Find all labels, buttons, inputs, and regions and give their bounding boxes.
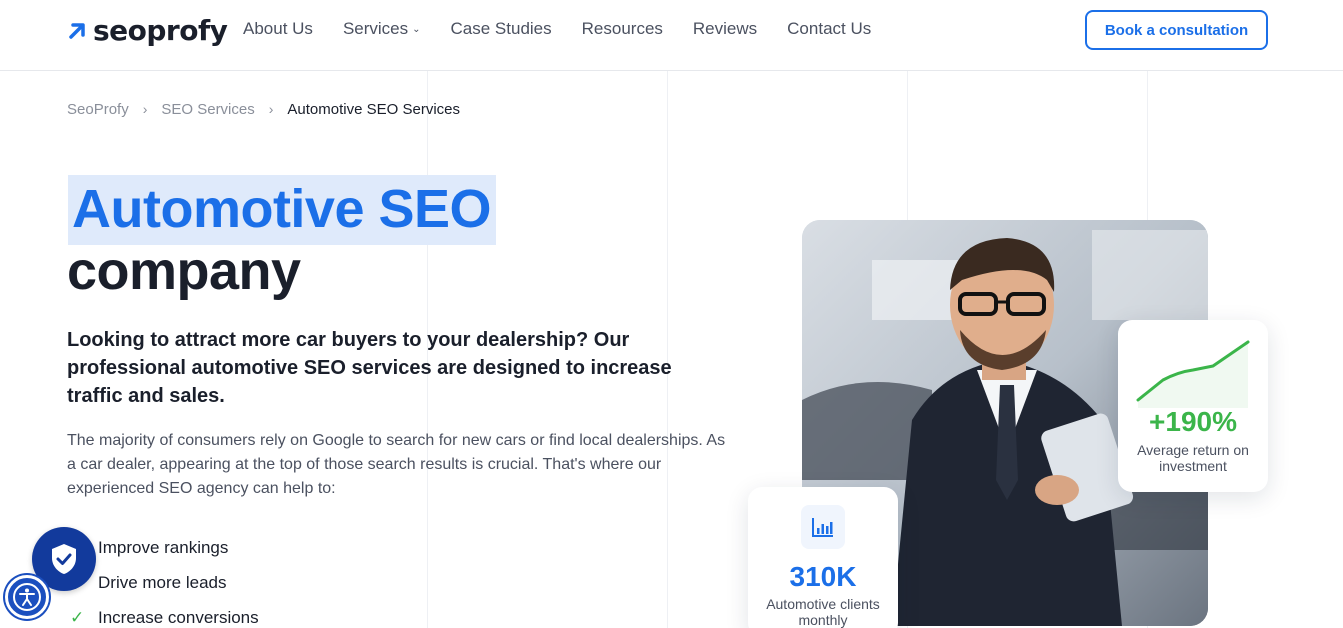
nav-label: Reviews: [692, 19, 758, 38]
benefits-list: ✓Improve rankings ✓Drive more leads ✓ Inc…: [70, 530, 259, 628]
nav-label: Contact Us: [787, 19, 872, 38]
nav-item-services[interactable]: Services ⌄: [343, 19, 421, 39]
hero-paragraph: The majority of consumers rely on Google…: [67, 432, 726, 497]
breadcrumb-link-home[interactable]: SeoProfy: [67, 101, 129, 118]
breadcrumb-current: Automotive SEO Services: [287, 101, 460, 118]
site-header: seoprofy About Us Services ⌄ Case Studies…: [0, 0, 1343, 71]
breadcrumb-link-seo-services[interactable]: SEO Services: [161, 101, 254, 118]
accessibility-icon: [13, 583, 41, 611]
main-nav: About Us Services ⌄ Case Studies Resource…: [243, 19, 871, 39]
list-item: ✓Improve rankings: [70, 530, 259, 565]
nav-item-contact-us[interactable]: Contact Us: [787, 19, 871, 39]
logo-text: seoprofy: [93, 14, 228, 47]
page-title-rest: company: [67, 241, 301, 301]
nav-item-resources[interactable]: Resources: [582, 19, 663, 39]
bar-chart-icon: [801, 505, 845, 549]
clients-stat-card: 310K Automotive clients monthly: [748, 487, 898, 628]
breadcrumb: SeoProfy › SEO Services › Automotive SEO…: [67, 101, 460, 118]
nav-label: About Us: [243, 19, 313, 38]
nav-item-case-studies[interactable]: Case Studies: [451, 19, 552, 39]
chevron-down-icon: ⌄: [412, 23, 421, 35]
list-item: ✓Drive more leads: [70, 565, 259, 600]
roi-label: Average return on investment: [1137, 442, 1249, 474]
nav-item-about-us[interactable]: About Us: [243, 19, 313, 39]
nav-label: Services: [342, 19, 409, 38]
growth-chart-icon: [1136, 340, 1250, 408]
page-title-highlight: Automotive SEO: [72, 179, 492, 239]
benefit-label: Drive more leads: [98, 572, 227, 592]
breadcrumb-separator: ›: [142, 101, 148, 117]
checkmark-icon: ✓: [70, 607, 85, 627]
list-item: ✓ Increase conversions: [70, 600, 259, 628]
roi-stat-card: +190% Average return on investment: [1118, 320, 1268, 492]
arrow-up-right-icon: [69, 22, 85, 39]
nav-label: Resources: [581, 19, 663, 38]
benefit-label: Increase conversions: [98, 607, 259, 627]
accessibility-button[interactable]: [5, 575, 49, 619]
logo[interactable]: seoprofy: [67, 14, 228, 47]
breadcrumb-separator: ›: [268, 101, 274, 117]
clients-value: 310K: [789, 561, 857, 592]
roi-value: +190%: [1149, 406, 1237, 437]
shield-check-icon: [52, 544, 76, 574]
hero-lead: Looking to attract more car buyers to yo…: [67, 329, 672, 407]
book-consultation-button[interactable]: Book a consultation: [1085, 10, 1268, 50]
benefit-label: Improve rankings: [98, 537, 229, 557]
nav-item-reviews[interactable]: Reviews: [693, 19, 757, 39]
clients-label: Automotive clients monthly: [766, 596, 880, 628]
nav-label: Case Studies: [450, 19, 552, 38]
